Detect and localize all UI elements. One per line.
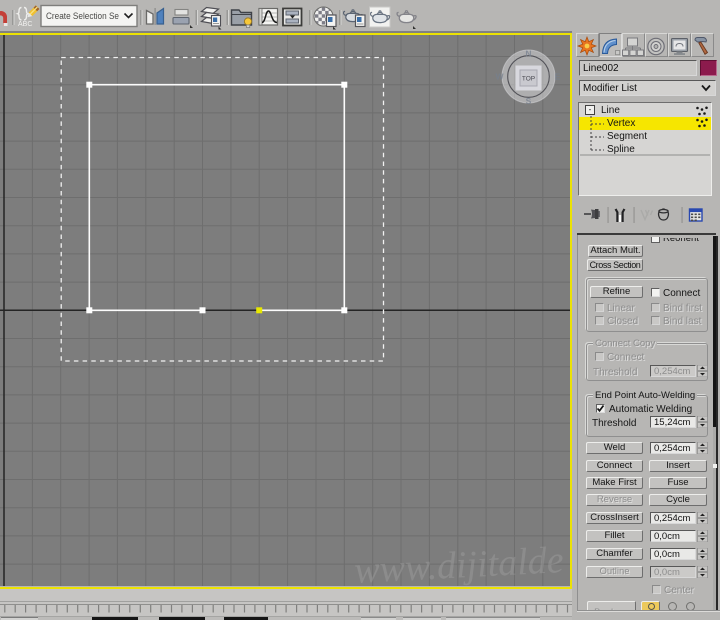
svg-text:W: W [495,72,504,82]
svg-text:N: N [525,49,531,59]
svg-text:Create Selection Se: Create Selection Se [46,11,119,21]
svg-text:S: S [526,96,532,106]
svg-text:ABC: ABC [18,21,32,28]
svg-text:E: E [555,72,561,82]
svg-text:TOP: TOP [522,76,535,83]
